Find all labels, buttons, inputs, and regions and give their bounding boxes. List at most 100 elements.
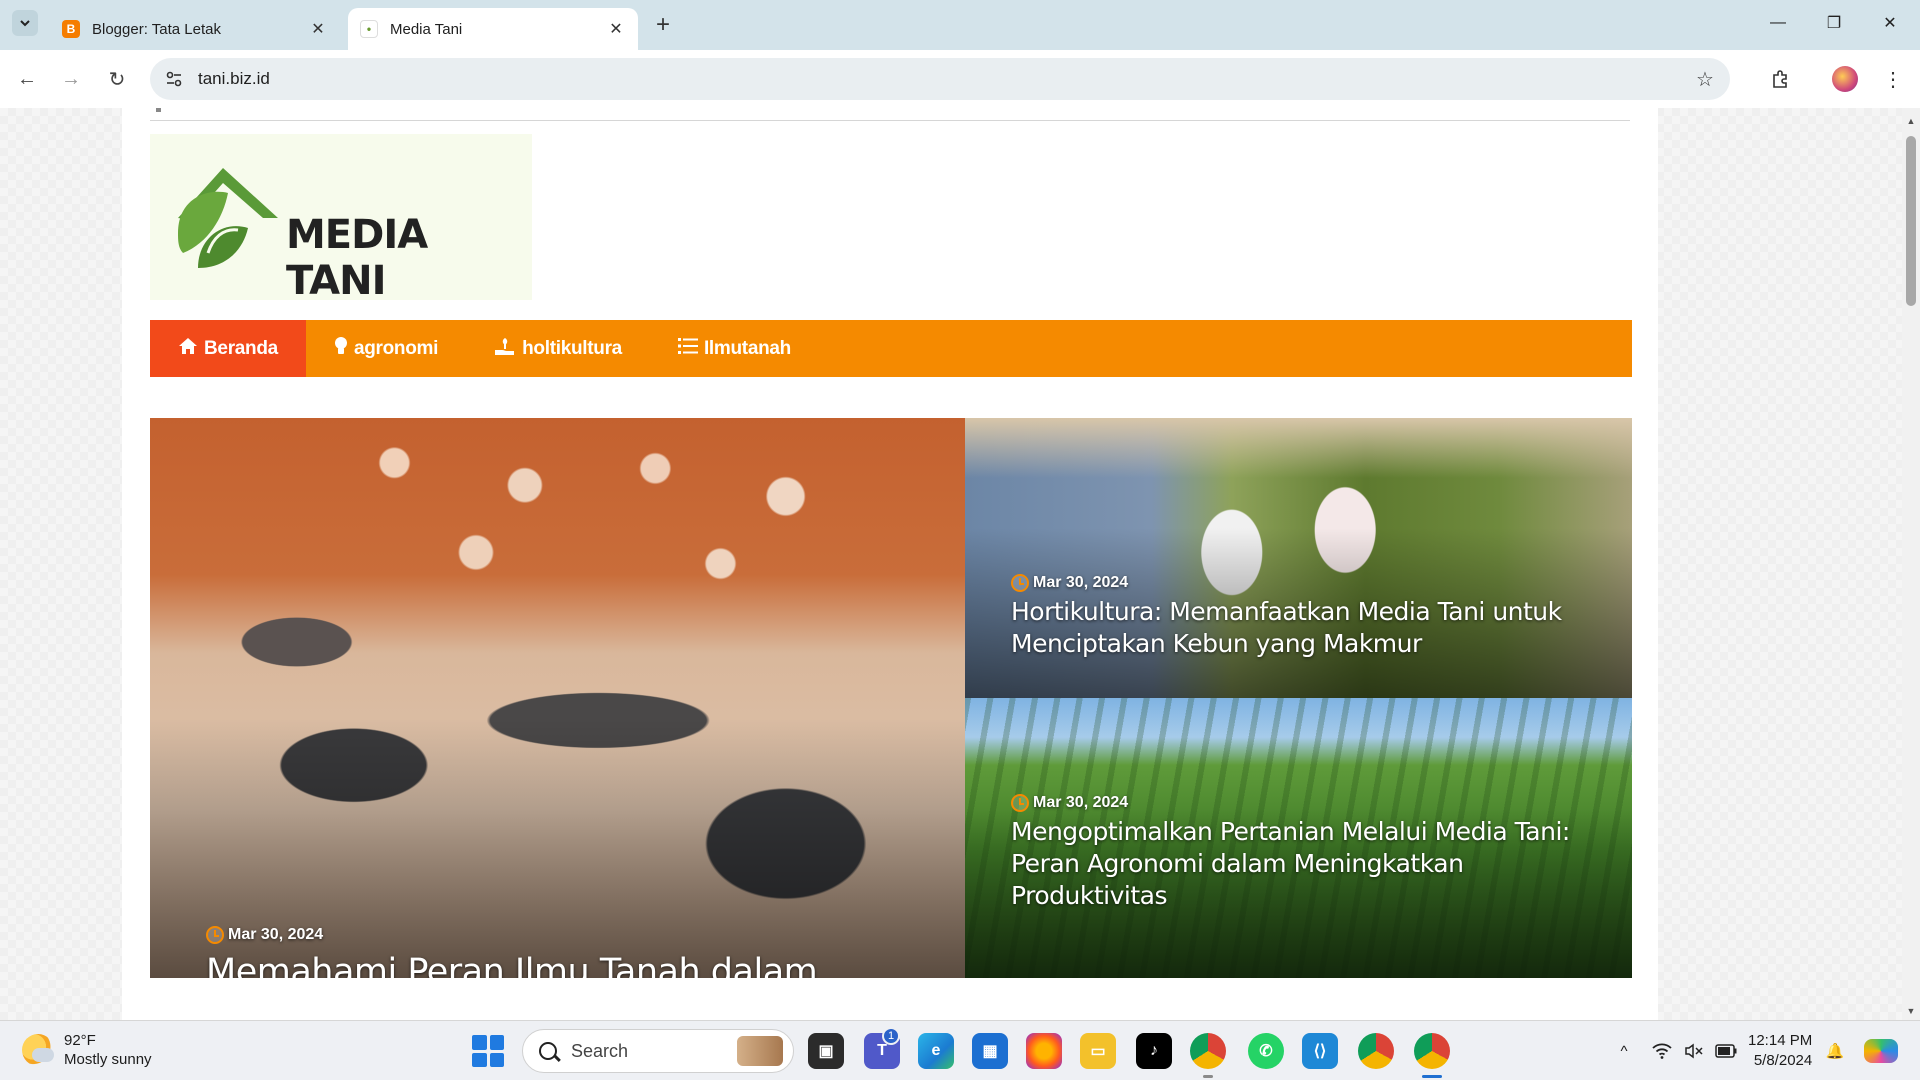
edge-icon[interactable]: e <box>918 1033 954 1069</box>
logo-text: MEDIA TANI <box>286 212 428 304</box>
nav-item-beranda[interactable]: Beranda <box>150 320 306 377</box>
post-title-link[interactable]: Mengoptimalkan Pertanian Melalui Media T… <box>1011 816 1611 912</box>
extensions-icon[interactable] <box>1766 64 1796 94</box>
active-indicator <box>1422 1075 1442 1078</box>
close-tab-icon[interactable]: ✕ <box>308 19 328 39</box>
copilot-icon[interactable] <box>1864 1039 1898 1063</box>
system-clock[interactable]: 12:14 PM 5/8/2024 <box>1748 1031 1812 1071</box>
tab-title: Blogger: Tata Letak <box>92 20 221 38</box>
blogger-icon: B <box>62 20 80 38</box>
hand-plant-icon <box>494 336 516 362</box>
chevron-down-icon <box>20 20 30 27</box>
tab-strip: B Blogger: Tata Letak ✕ • Media Tani ✕ +… <box>0 0 1920 50</box>
wifi-icon[interactable] <box>1648 1039 1676 1063</box>
menu-kebab-icon[interactable]: ⋮ <box>1878 64 1908 94</box>
store-icon[interactable]: ▦ <box>972 1033 1008 1069</box>
post-date-text: Mar 30, 2024 <box>1033 794 1129 811</box>
featured-post-main[interactable]: Mar 30, 2024 Memahami Peran Ilmu Tanah d… <box>150 418 965 978</box>
start-button[interactable] <box>472 1035 504 1067</box>
new-tab-button[interactable]: + <box>650 11 676 38</box>
nav-label: holtikultura <box>522 337 622 359</box>
close-tab-icon[interactable]: ✕ <box>606 19 626 39</box>
media-tani-favicon: • <box>360 20 378 38</box>
clock-date: 5/8/2024 <box>1753 1052 1813 1069</box>
featured-caption: Mar 30, 2024 Mengoptimalkan Pertanian Me… <box>1011 794 1611 912</box>
page-viewport: MEDIA TANI Beranda agronomi holtikultura <box>0 108 1902 1020</box>
minimize-icon[interactable]: — <box>1758 8 1798 38</box>
top-marker <box>156 108 161 112</box>
running-indicator <box>1203 1075 1213 1078</box>
firefox-icon[interactable] <box>1026 1033 1062 1069</box>
address-bar[interactable]: tani.biz.id ☆ <box>150 58 1730 100</box>
battery-icon[interactable] <box>1712 1039 1740 1063</box>
main-nav: Beranda agronomi holtikultura Ilmutanah <box>150 320 1632 377</box>
post-date: Mar 30, 2024 <box>1011 794 1611 812</box>
volume-muted-icon[interactable] <box>1680 1039 1708 1063</box>
chrome-icon[interactable] <box>1358 1033 1394 1069</box>
bulb-icon <box>334 336 348 362</box>
browser-toolbar: ← → ↻ tani.biz.id ☆ ⋮ <box>0 50 1920 108</box>
chevron-up-icon[interactable]: ^ <box>1612 1039 1636 1063</box>
tab-title: Media Tani <box>390 20 463 38</box>
whatsapp-icon[interactable]: ✆ <box>1248 1033 1284 1069</box>
chrome-active-icon[interactable] <box>1414 1033 1450 1069</box>
profile-avatar[interactable] <box>1832 66 1858 92</box>
clock-icon <box>1011 574 1029 592</box>
weather-widget[interactable]: 92°F Mostly sunny <box>22 1031 152 1069</box>
home-icon <box>178 337 198 361</box>
featured-caption: Mar 30, 2024 Hortikultura: Memanfaatkan … <box>1011 574 1611 660</box>
post-date: Mar 30, 2024 <box>1011 574 1611 592</box>
weather-desc: Mostly sunny <box>64 1051 152 1068</box>
nav-label: agronomi <box>353 337 439 359</box>
scroll-up-arrow-icon[interactable]: ▲ <box>1902 112 1920 130</box>
leaf-house-icon <box>178 168 278 268</box>
post-date: Mar 30, 2024 <box>206 926 906 944</box>
forward-icon[interactable]: → <box>56 64 86 94</box>
restore-icon[interactable]: ❐ <box>1814 8 1854 38</box>
post-title-link[interactable]: Memahami Peran Ilmu Tanah dalam Pertania… <box>206 948 906 978</box>
windows-taskbar: 92°F Mostly sunny Search ▣ T 1 e ▦ ▭ ♪ ✆… <box>0 1020 1920 1080</box>
nav-item-agronomi[interactable]: agronomi <box>306 320 466 377</box>
scroll-thumb[interactable] <box>1906 136 1916 306</box>
nav-item-holtikultura[interactable]: holtikultura <box>466 320 650 377</box>
tab-blogger[interactable]: B Blogger: Tata Letak ✕ <box>50 8 340 50</box>
nav-label: Ilmutanah <box>703 337 791 359</box>
url-text: tani.biz.id <box>198 69 270 88</box>
close-window-icon[interactable]: ✕ <box>1870 8 1910 38</box>
tab-search-button[interactable] <box>12 10 38 36</box>
tiktok-icon[interactable]: ♪ <box>1136 1033 1172 1069</box>
nav-label: Beranda <box>204 337 278 359</box>
featured-post-top-right[interactable]: Mar 30, 2024 Hortikultura: Memanfaatkan … <box>965 418 1632 698</box>
chrome-profile-icon[interactable] <box>1190 1033 1226 1069</box>
scroll-down-arrow-icon[interactable]: ▼ <box>1902 1002 1920 1020</box>
page-scrollbar[interactable]: ▲ ▼ <box>1902 108 1920 1020</box>
post-date-text: Mar 30, 2024 <box>1033 574 1129 591</box>
notification-bell-icon[interactable]: 🔔 <box>1822 1039 1848 1063</box>
post-date-text: Mar 30, 2024 <box>228 926 324 943</box>
nav-item-ilmutanah[interactable]: Ilmutanah <box>650 320 819 377</box>
post-title-link[interactable]: Hortikultura: Memanfaatkan Media Tani un… <box>1011 596 1611 660</box>
clock-icon <box>1011 794 1029 812</box>
back-icon[interactable]: ← <box>12 64 42 94</box>
featured-caption: Mar 30, 2024 Memahami Peran Ilmu Tanah d… <box>206 926 906 978</box>
weather-temp: 92°F <box>64 1032 96 1049</box>
teams-badge: 1 <box>882 1027 900 1045</box>
header-divider <box>150 120 1630 121</box>
reload-icon[interactable]: ↻ <box>102 64 132 94</box>
weather-sun-icon <box>22 1034 54 1066</box>
tab-media-tani[interactable]: • Media Tani ✕ <box>348 8 638 50</box>
search-highlight-image <box>737 1036 783 1066</box>
bookmark-star-icon[interactable]: ☆ <box>1692 66 1718 92</box>
taskbar-search[interactable]: Search <box>522 1029 794 1073</box>
list-icon <box>677 337 698 361</box>
site-logo[interactable]: MEDIA TANI <box>150 134 532 304</box>
vscode-icon[interactable]: ⟨⟩ <box>1302 1033 1338 1069</box>
page-container: MEDIA TANI Beranda agronomi holtikultura <box>122 108 1658 1020</box>
task-view-icon[interactable]: ▣ <box>808 1033 844 1069</box>
search-placeholder: Search <box>571 1040 629 1061</box>
weather-text: 92°F Mostly sunny <box>64 1031 152 1069</box>
search-icon <box>539 1042 557 1060</box>
featured-post-bottom-right[interactable]: Mar 30, 2024 Mengoptimalkan Pertanian Me… <box>965 698 1632 978</box>
file-explorer-icon[interactable]: ▭ <box>1080 1033 1116 1069</box>
site-info-icon[interactable] <box>156 61 192 97</box>
